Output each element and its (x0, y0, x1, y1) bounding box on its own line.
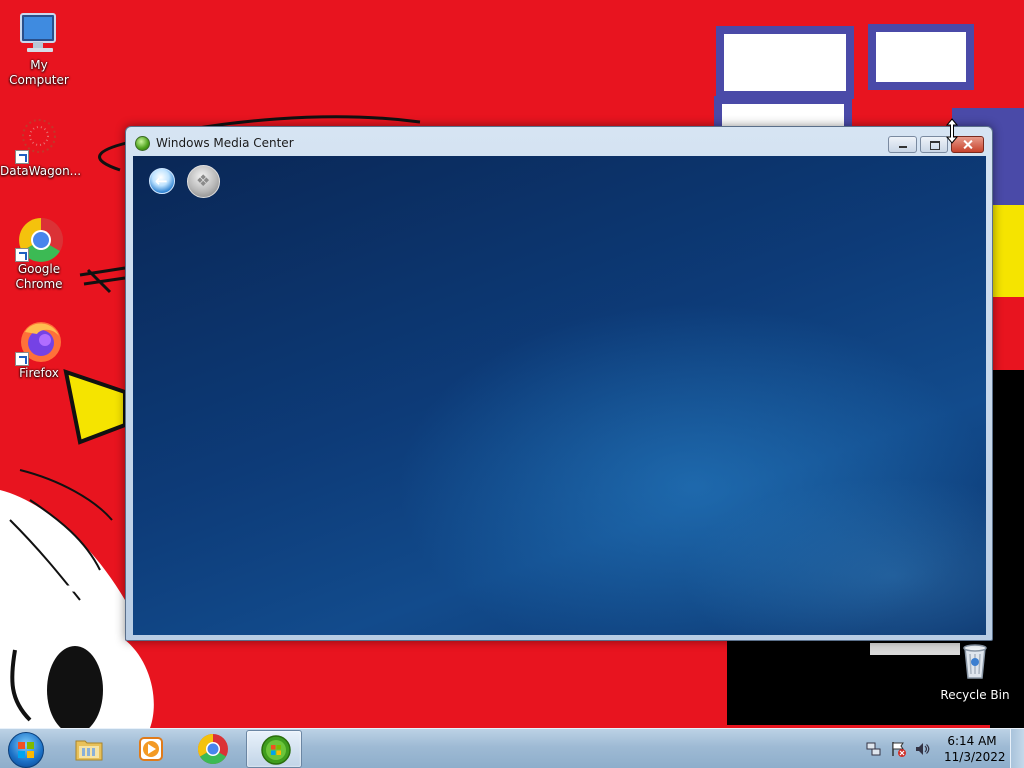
taskbar-clock[interactable]: 6:14 AM 11/3/2022 (944, 733, 1006, 765)
window-title: Windows Media Center (156, 136, 294, 150)
system-tray: 6:14 AM 11/3/2022 (860, 729, 1024, 768)
window-titlebar[interactable]: Windows Media Center (126, 127, 992, 157)
media-center-icon (135, 136, 150, 151)
desktop-icon-my-computer[interactable]: My Computer (0, 10, 78, 88)
media-player-icon (139, 737, 163, 761)
back-arrow-icon[interactable]: ← (149, 168, 175, 194)
windows-orb-icon[interactable]: ❖ (187, 165, 220, 198)
clock-time: 6:14 AM (947, 734, 997, 748)
taskbar-file-explorer[interactable] (60, 730, 116, 768)
desktop-icon-google-chrome[interactable]: Google Chrome (0, 214, 78, 292)
desktop-icon-firefox[interactable]: Firefox (0, 318, 78, 381)
taskbar-media-player[interactable] (122, 730, 178, 768)
volume-icon[interactable] (914, 741, 930, 757)
start-button[interactable] (4, 730, 48, 768)
desktop-icon-label: Google Chrome (15, 262, 63, 291)
shortcut-arrow-icon (15, 150, 29, 164)
media-center-window[interactable]: Windows Media Center ← ❖ (125, 126, 993, 641)
taskbar-media-center[interactable] (246, 730, 302, 768)
desktop-icon-label: DataWagon... (0, 164, 82, 178)
firefox-icon (15, 318, 63, 366)
show-desktop-button[interactable] (1010, 729, 1024, 768)
desktop-icon-label: Recycle Bin (940, 688, 1010, 702)
minimize-button[interactable] (888, 136, 917, 153)
recycle-bin-icon (951, 640, 999, 688)
windows-flag-icon (18, 742, 34, 758)
taskbar-chrome[interactable] (184, 730, 240, 768)
file-explorer-icon (75, 740, 103, 761)
action-center-flag-icon[interactable] (890, 741, 906, 757)
resize-cursor-icon (946, 118, 958, 144)
network-icon[interactable] (866, 741, 882, 757)
shortcut-arrow-icon (15, 352, 29, 366)
desktop-icon-label: My Computer (9, 58, 69, 87)
clock-date: 11/3/2022 (944, 750, 1006, 764)
desktop-icon-label: Firefox (19, 366, 59, 380)
maximize-button[interactable] (920, 136, 948, 153)
chrome-icon (15, 214, 63, 262)
datawagon-icon (15, 116, 63, 164)
media-center-icon (261, 735, 291, 765)
desktop-icon-datawagon[interactable]: DataWagon... (0, 116, 82, 179)
taskbar: 6:14 AM 11/3/2022 (0, 728, 1024, 768)
chrome-icon (197, 734, 228, 765)
desktop-icon-recycle-bin[interactable]: Recycle Bin (936, 640, 1014, 703)
media-center-content[interactable]: ← ❖ (133, 156, 986, 635)
computer-icon (15, 10, 63, 58)
shortcut-arrow-icon (15, 248, 29, 262)
